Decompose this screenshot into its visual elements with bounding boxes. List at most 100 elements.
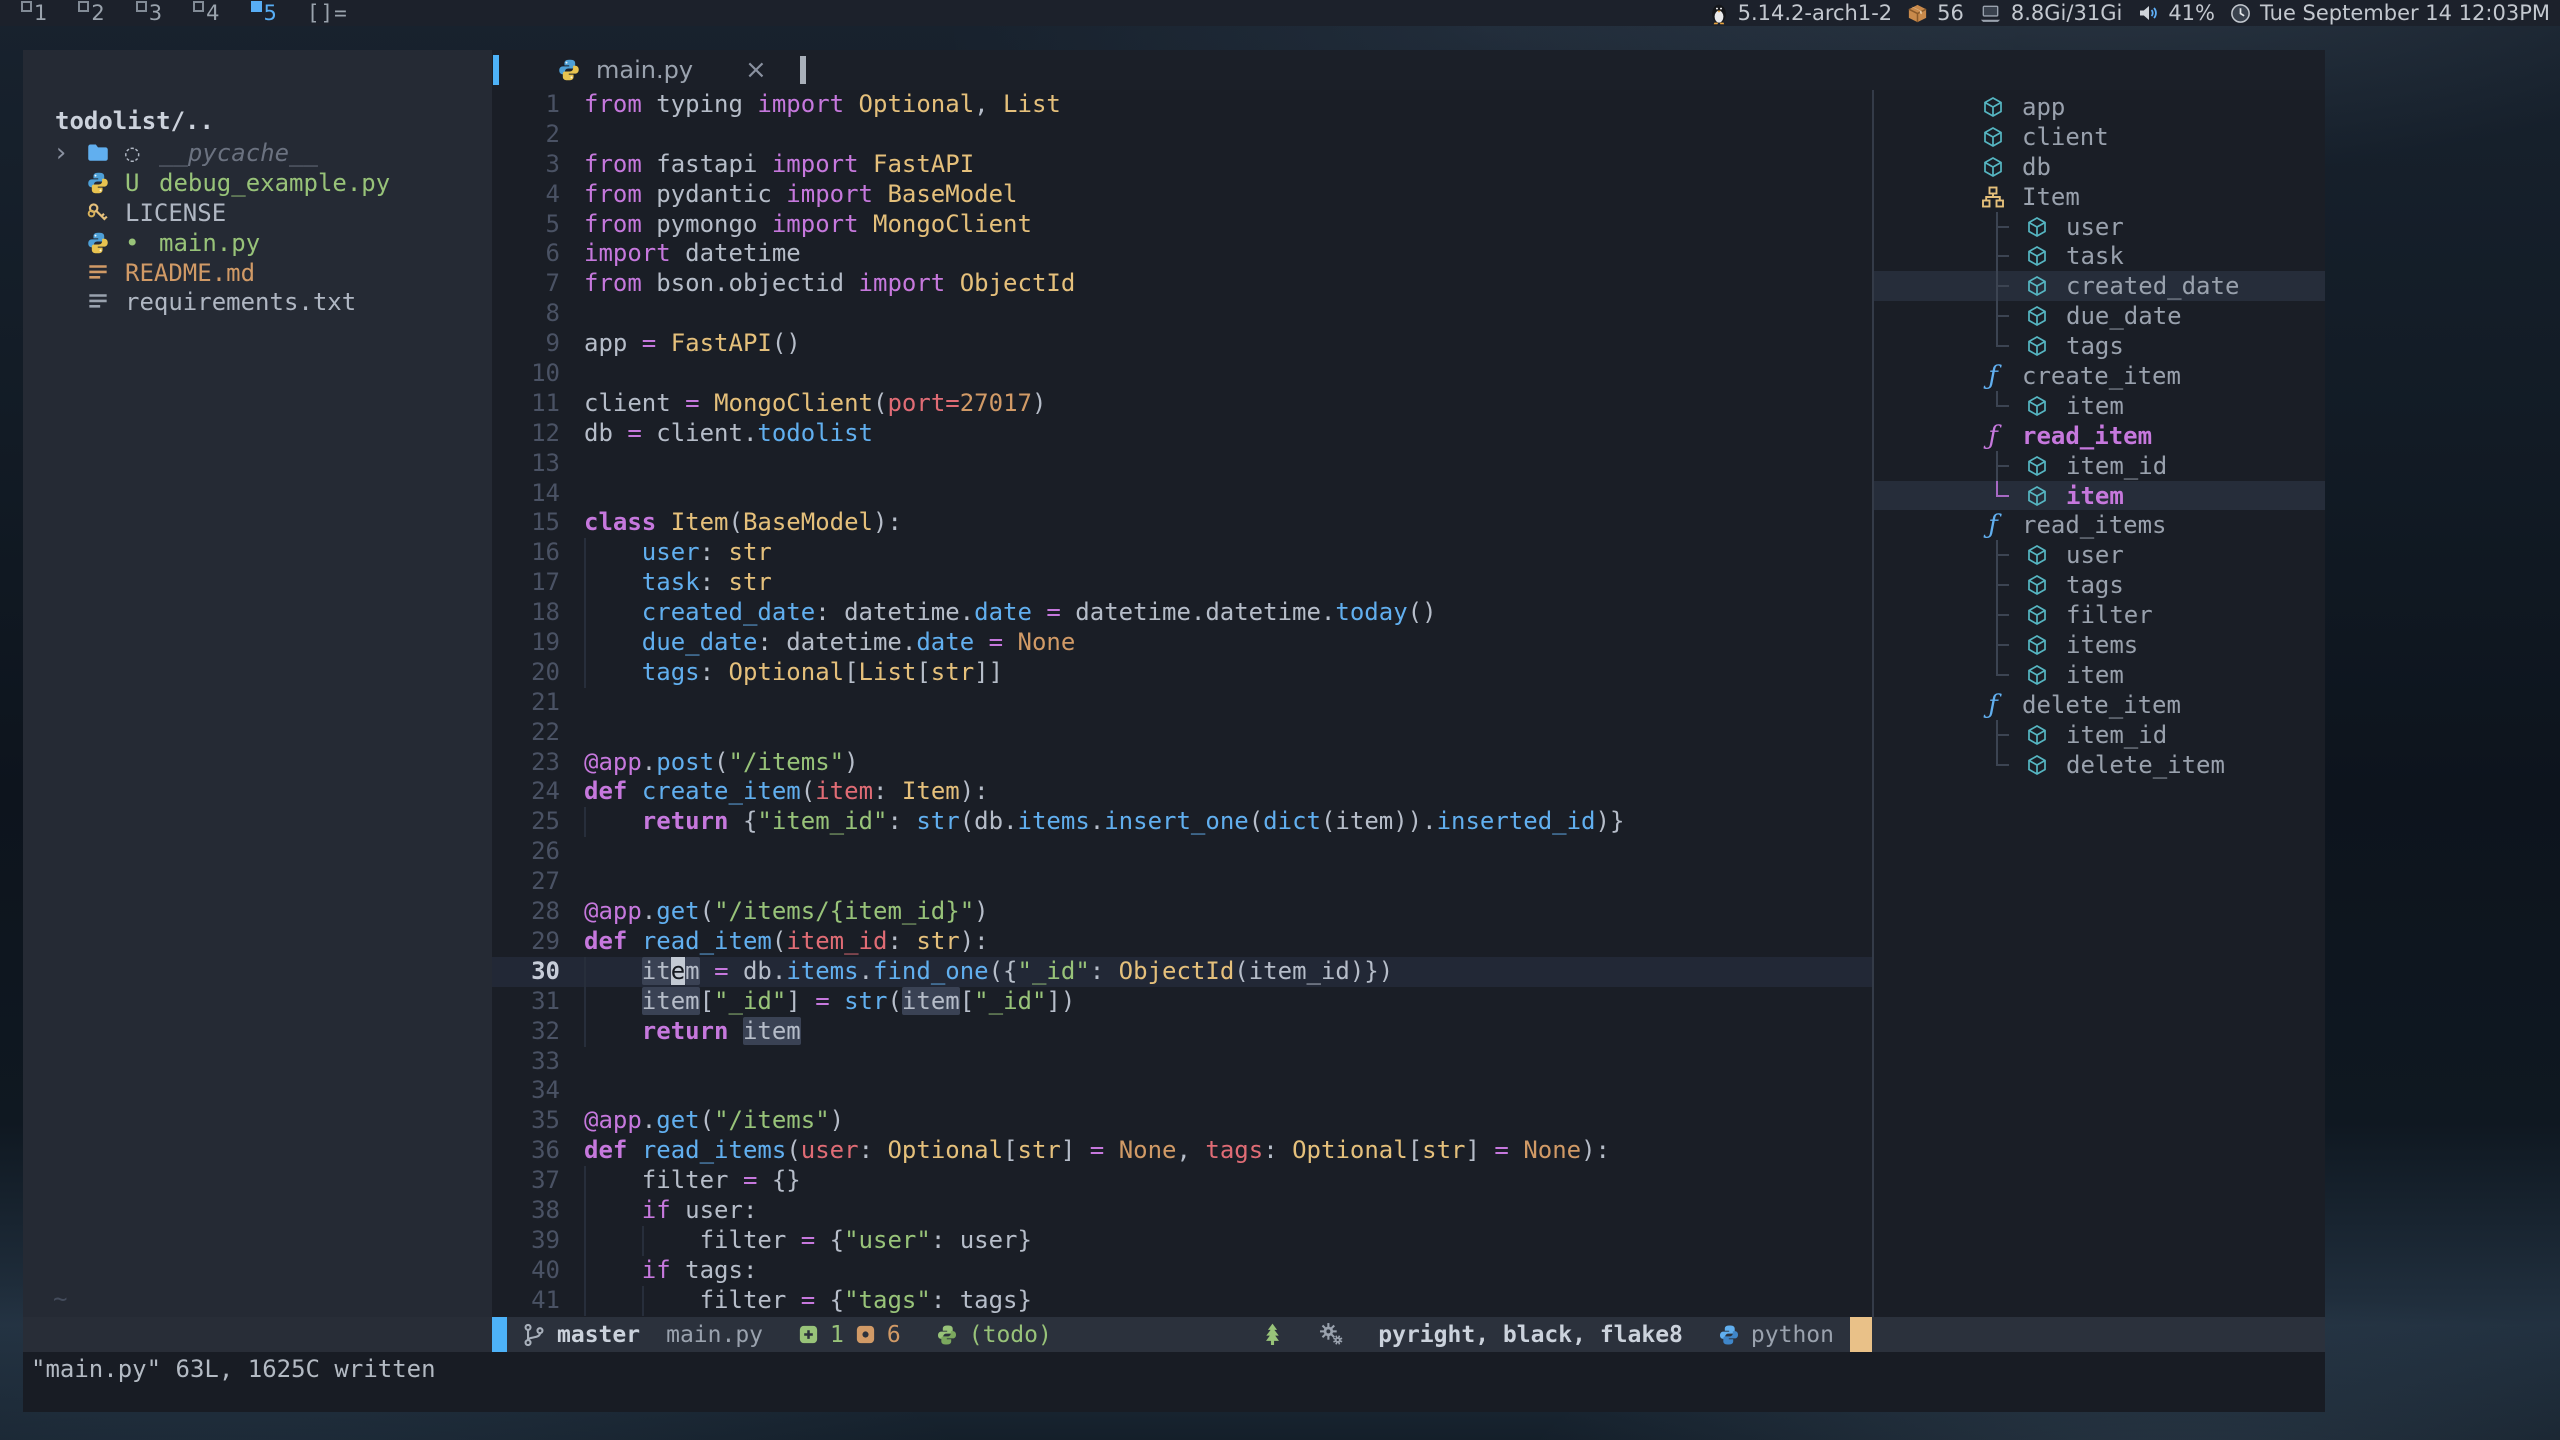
tree-connector	[1980, 570, 2024, 600]
symbol-item_id[interactable]: item_id	[1874, 720, 2325, 750]
code-line[interactable]: 5from pymongo import MongoClient	[492, 210, 1872, 240]
code-line[interactable]: 8	[492, 299, 1872, 329]
tab-main-py[interactable]: main.py ×	[556, 50, 767, 90]
symbol-item[interactable]: item	[1874, 481, 2325, 511]
line-number: 23	[492, 748, 584, 778]
venv-icon	[935, 1323, 959, 1347]
tree-item-README.md[interactable]: README.md	[23, 258, 492, 288]
code-line[interactable]: 23@app.post("/items")	[492, 748, 1872, 778]
code-line[interactable]: 19 due_date: datetime.date = None	[492, 628, 1872, 658]
code-line[interactable]: 35@app.get("/items")	[492, 1106, 1872, 1136]
token: ,	[974, 90, 1003, 118]
workspace-5[interactable]: 5	[264, 0, 277, 26]
symbol-app[interactable]: app	[1874, 92, 2325, 122]
code-line[interactable]: 17 task: str	[492, 568, 1872, 598]
symbol-items[interactable]: items	[1874, 630, 2325, 660]
workspace-3[interactable]: 3	[149, 0, 162, 26]
symbol-tags[interactable]: tags	[1874, 570, 2325, 600]
token	[830, 987, 844, 1015]
tree-item-debug_example.py[interactable]: Udebug_example.py	[23, 168, 492, 198]
symbol-item[interactable]: item	[1874, 391, 2325, 421]
tree-item-requirements.txt[interactable]: requirements.txt	[23, 287, 492, 317]
symbol-due_date[interactable]: due_date	[1874, 301, 2325, 331]
symbol-create_item[interactable]: ƒcreate_item	[1874, 361, 2325, 391]
git-status-marker: U	[125, 169, 159, 197]
code-line[interactable]: 32 return item	[492, 1017, 1872, 1047]
code-line[interactable]: 34	[492, 1076, 1872, 1106]
symbol-filter[interactable]: filter	[1874, 600, 2325, 630]
token: "user"	[844, 1226, 931, 1254]
code-line[interactable]: 4from pydantic import BaseModel	[492, 180, 1872, 210]
code-line[interactable]: 38 if user:	[492, 1196, 1872, 1226]
symbol-item[interactable]: item	[1874, 660, 2325, 690]
token	[729, 1017, 743, 1045]
cube-icon	[2024, 484, 2050, 508]
symbol-delete_item[interactable]: delete_item	[1874, 750, 2325, 780]
code-line[interactable]: 13	[492, 449, 1872, 479]
code-line[interactable]: 28@app.get("/items/{item_id}")	[492, 897, 1872, 927]
code-line[interactable]: 31 item["_id"] = str(item["_id"])	[492, 987, 1872, 1017]
token: ()	[772, 329, 801, 357]
code-line[interactable]: 21	[492, 688, 1872, 718]
symbol-user[interactable]: user	[1874, 540, 2325, 570]
code-line[interactable]: 16 user: str	[492, 538, 1872, 568]
code-line[interactable]: 2	[492, 120, 1872, 150]
symbol-read_item[interactable]: ƒread_item	[1874, 421, 2325, 451]
symbol-client[interactable]: client	[1874, 122, 2325, 152]
workspace-1[interactable]: 1	[34, 0, 47, 26]
code-line[interactable]: 1from typing import Optional, List	[492, 90, 1872, 120]
code-line[interactable]: 14	[492, 479, 1872, 509]
code-line[interactable]: 7from bson.objectid import ObjectId	[492, 269, 1872, 299]
code-line[interactable]: 37 filter = {}	[492, 1166, 1872, 1196]
code-line[interactable]: 40 if tags:	[492, 1256, 1872, 1286]
tab-close-button[interactable]: ×	[745, 55, 767, 85]
code-line[interactable]: 36def read_items(user: Optional[str] = N…	[492, 1136, 1872, 1166]
symbol-Item[interactable]: Item	[1874, 182, 2325, 212]
workspace-4[interactable]: 4	[206, 0, 219, 26]
tree-item-LICENSE[interactable]: LICENSE	[23, 198, 492, 228]
tree-item-__pycache__[interactable]: ›◌__pycache__	[23, 138, 492, 168]
symbol-name: app	[2022, 93, 2065, 121]
code-line[interactable]: 10	[492, 359, 1872, 389]
symbol-tags[interactable]: tags	[1874, 331, 2325, 361]
code-line[interactable]: 6import datetime	[492, 239, 1872, 269]
line-number: 18	[492, 598, 584, 628]
code-line[interactable]: 27	[492, 867, 1872, 897]
symbol-item_id[interactable]: item_id	[1874, 451, 2325, 481]
code-line[interactable]: 24def create_item(item: Item):	[492, 777, 1872, 807]
code-line[interactable]: 20 tags: Optional[List[str]]	[492, 658, 1872, 688]
token: (item_id)})	[1234, 957, 1393, 985]
token: None	[1119, 1136, 1177, 1164]
symbol-task[interactable]: task	[1874, 241, 2325, 271]
code-line[interactable]: 33	[492, 1047, 1872, 1077]
symbol-user[interactable]: user	[1874, 212, 2325, 242]
code-line[interactable]: 11client = MongoClient(port=27017)	[492, 389, 1872, 419]
token: return	[642, 807, 729, 835]
code-line[interactable]: 25 return {"item_id": str(db.items.inser…	[492, 807, 1872, 837]
symbol-read_items[interactable]: ƒread_items	[1874, 510, 2325, 540]
symbol-db[interactable]: db	[1874, 152, 2325, 182]
code-line[interactable]: 26	[492, 837, 1872, 867]
code-line[interactable]: 29def read_item(item_id: str):	[492, 927, 1872, 957]
code-line[interactable]: 41 filter = {"tags": tags}	[492, 1286, 1872, 1316]
code-editor[interactable]: 1from typing import Optional, List23from…	[492, 90, 1872, 1317]
code-line[interactable]: 15class Item(BaseModel):	[492, 508, 1872, 538]
workspace-2[interactable]: 2	[91, 0, 104, 26]
code-line[interactable]: 12db = client.todolist	[492, 419, 1872, 449]
code-line[interactable]: 39 filter = {"user": user}	[492, 1226, 1872, 1256]
token: ):	[960, 777, 989, 805]
tree-item-main.py[interactable]: •main.py	[23, 228, 492, 258]
code-line[interactable]: 30 item = db.items.find_one({"_id": Obje…	[492, 957, 1872, 987]
symbol-created_date[interactable]: created_date	[1874, 271, 2325, 301]
code-line[interactable]: 22	[492, 718, 1872, 748]
tree-root-label[interactable]: todolist/..	[23, 90, 492, 138]
token: read_item	[642, 927, 772, 955]
symbol-delete_item[interactable]: ƒdelete_item	[1874, 690, 2325, 720]
command-line[interactable]: "main.py" 63L, 1625C written	[23, 1352, 2325, 1412]
token: Optional	[844, 90, 974, 118]
code-text: tags: Optional[List[str]]	[584, 658, 1872, 688]
code-text: @app.get("/items")	[584, 1106, 1872, 1136]
code-line[interactable]: 18 created_date: datetime.date = datetim…	[492, 598, 1872, 628]
code-line[interactable]: 9app = FastAPI()	[492, 329, 1872, 359]
code-line[interactable]: 3from fastapi import FastAPI	[492, 150, 1872, 180]
